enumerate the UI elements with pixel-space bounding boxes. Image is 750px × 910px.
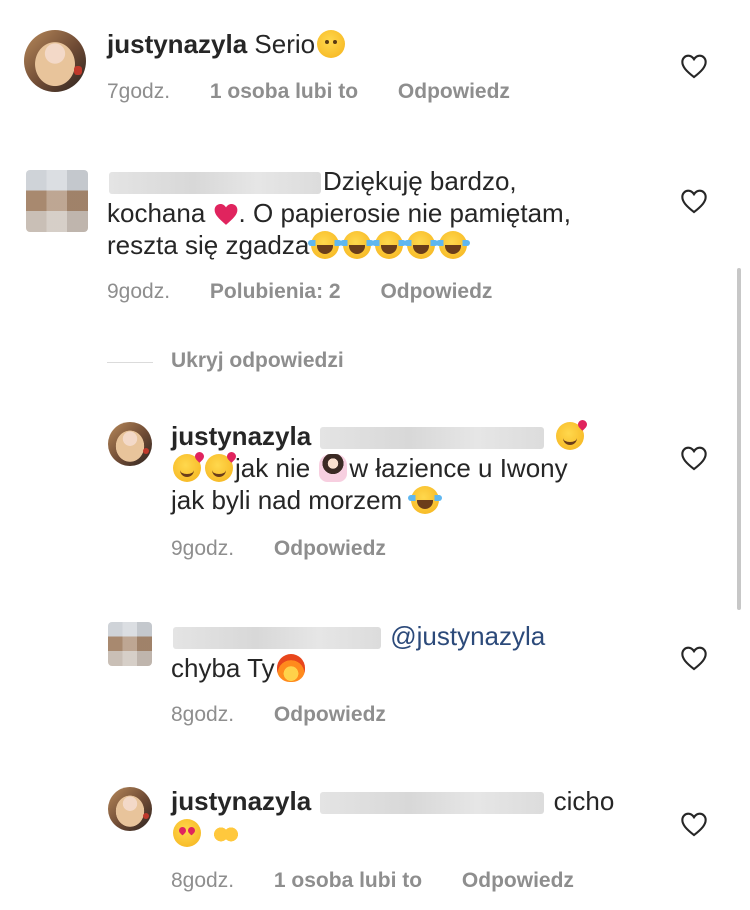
reply-time[interactable]: 8godz. bbox=[171, 703, 234, 726]
avatar[interactable] bbox=[24, 30, 86, 92]
reply-body: justynazyla cicho bbox=[171, 785, 661, 849]
heart-eyes-icon bbox=[173, 819, 201, 847]
divider bbox=[107, 362, 153, 363]
reply-body: justynazyla jak nie w łazience u Iwony j… bbox=[171, 420, 661, 516]
reply-line: jak nie w łazience u Iwony bbox=[171, 452, 661, 484]
raising-hands-icon bbox=[212, 819, 241, 847]
reply-line: jak byli nad morzem bbox=[171, 484, 661, 516]
reply-item: justynazyla cicho 8godz. 1 osoba lubi to… bbox=[0, 775, 750, 910]
reply-line bbox=[171, 817, 661, 849]
comment-meta: 7godz. 1 osoba lubi to Odpowiedz bbox=[107, 80, 544, 104]
reply-text: chyba Ty bbox=[171, 653, 275, 683]
reply-time[interactable]: 8godz. bbox=[171, 869, 234, 892]
reply-button[interactable]: Odpowiedz bbox=[274, 703, 386, 726]
reply-meta: 8godz. 1 osoba lubi to Odpowiedz bbox=[171, 869, 608, 893]
fire-icon bbox=[276, 654, 305, 682]
reply-button[interactable]: Odpowiedz bbox=[380, 280, 492, 303]
tears-of-joy-icon bbox=[408, 486, 443, 514]
reply-button[interactable]: Odpowiedz bbox=[462, 869, 574, 892]
reply-text: jak nie bbox=[235, 453, 311, 483]
comment-username[interactable]: justynazyla bbox=[107, 29, 247, 59]
smiling-face-with-hearts-icon bbox=[205, 454, 233, 482]
comment-text: Serio bbox=[254, 29, 316, 59]
reply-meta: 8godz. Odpowiedz bbox=[171, 703, 420, 727]
blurred-username bbox=[109, 172, 321, 195]
comment-line: Dziękuję bardzo, bbox=[107, 165, 667, 197]
reply-body: @justynazyla chyba Ty bbox=[171, 620, 661, 684]
reply-text: jak byli nad morzem bbox=[171, 485, 403, 515]
tears-of-joy-icon bbox=[436, 231, 471, 259]
red-heart-icon bbox=[214, 204, 237, 225]
smiling-face-with-hearts-icon bbox=[555, 422, 584, 450]
reply-line: justynazyla cicho bbox=[171, 785, 661, 817]
comment-line: reszta się zgadza bbox=[107, 229, 667, 261]
avatar[interactable] bbox=[108, 787, 152, 831]
tears-of-joy-icon bbox=[372, 231, 407, 259]
mention-link[interactable]: @justynazyla bbox=[390, 621, 545, 651]
reply-line: chyba Ty bbox=[171, 652, 661, 684]
comment-time[interactable]: 9godz. bbox=[107, 280, 170, 303]
tears-of-joy-icon bbox=[308, 231, 343, 259]
comment-text: Dziękuję bardzo, bbox=[323, 166, 517, 196]
blurred-username bbox=[173, 627, 381, 650]
reply-meta: 9godz. Odpowiedz bbox=[171, 537, 420, 561]
reply-item: justynazyla jak nie w łazience u Iwony j… bbox=[0, 410, 750, 570]
like-heart-icon[interactable] bbox=[680, 811, 708, 837]
like-heart-icon[interactable] bbox=[680, 188, 708, 214]
reply-item: @justynazyla chyba Ty 8godz. Odpowiedz bbox=[0, 610, 750, 740]
likes-count[interactable]: 1 osoba lubi to bbox=[210, 80, 358, 103]
likes-count[interactable]: Polubienia: 2 bbox=[210, 280, 341, 303]
comment-text: reszta się zgadza bbox=[107, 230, 310, 260]
comment-meta: 9godz. Polubienia: 2 Odpowiedz bbox=[107, 280, 526, 304]
likes-count[interactable]: 1 osoba lubi to bbox=[274, 869, 422, 892]
avatar[interactable] bbox=[108, 622, 152, 666]
tears-of-joy-icon bbox=[340, 231, 375, 259]
blurred-username bbox=[320, 792, 545, 815]
woman-facepalming-icon bbox=[319, 454, 348, 482]
reply-username[interactable]: justynazyla bbox=[171, 786, 311, 816]
thinking-face-icon bbox=[317, 30, 346, 58]
tears-of-joy-icon bbox=[404, 231, 439, 259]
smiling-face-with-hearts-icon bbox=[173, 454, 201, 482]
scrollbar[interactable] bbox=[737, 268, 741, 610]
reply-username[interactable]: justynazyla bbox=[171, 421, 311, 451]
reply-button[interactable]: Odpowiedz bbox=[274, 537, 386, 560]
comment-time[interactable]: 7godz. bbox=[107, 80, 170, 103]
reply-line: justynazyla bbox=[171, 420, 661, 452]
comment-body: justynazyla Serio bbox=[107, 28, 347, 60]
comment-line: kochana . O papierosie nie pamiętam, bbox=[107, 197, 667, 229]
avatar[interactable] bbox=[108, 422, 152, 466]
comment-body: Dziękuję bardzo, kochana . O papierosie … bbox=[107, 165, 667, 261]
comment-item: justynazyla Serio 7godz. 1 osoba lubi to… bbox=[0, 0, 750, 120]
like-heart-icon[interactable] bbox=[680, 645, 708, 671]
reply-time[interactable]: 9godz. bbox=[171, 537, 234, 560]
reply-text: w łazience u Iwony bbox=[349, 453, 568, 483]
hide-replies-button[interactable]: Ukryj odpowiedzi bbox=[171, 349, 344, 373]
blurred-username bbox=[320, 427, 545, 450]
comment-item: Dziękuję bardzo, kochana . O papierosie … bbox=[0, 150, 750, 320]
comment-text: . O papierosie nie pamiętam, bbox=[238, 198, 571, 228]
like-heart-icon[interactable] bbox=[680, 53, 708, 79]
reply-text: cicho bbox=[553, 786, 615, 816]
avatar[interactable] bbox=[26, 170, 88, 232]
reply-button[interactable]: Odpowiedz bbox=[398, 80, 510, 103]
reply-line: @justynazyla bbox=[171, 620, 661, 652]
like-heart-icon[interactable] bbox=[680, 445, 708, 471]
comment-text: kochana bbox=[107, 198, 206, 228]
